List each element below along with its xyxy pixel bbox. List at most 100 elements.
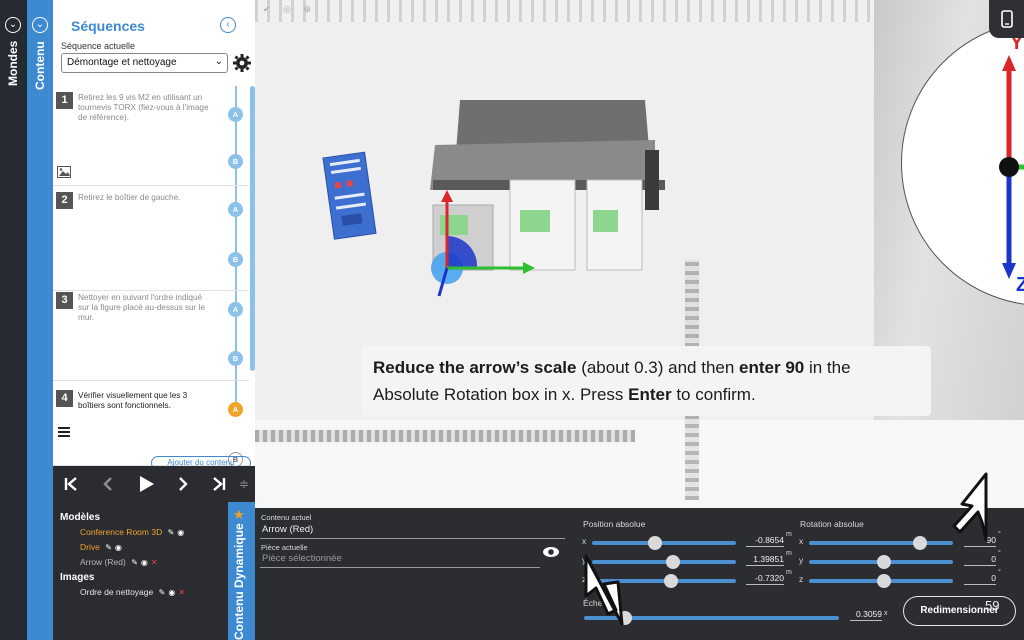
eye-icon[interactable]: ◉ xyxy=(115,543,122,552)
check-icon[interactable]: ✔ xyxy=(263,4,271,14)
pencil-icon[interactable]: ✎ xyxy=(131,558,138,567)
step-text: Retirez le boîtier de gauche. xyxy=(78,193,181,202)
dynamic-content-label[interactable]: Contenu Dynamique xyxy=(232,523,246,640)
rotation-x-slider[interactable] xyxy=(809,536,953,550)
pencil-icon[interactable]: ✎ xyxy=(105,543,112,552)
worlds-label[interactable]: Mondes xyxy=(6,41,20,86)
dynamic-content-panel: Modèles Conference Room 3D ✎ ◉ Drive ✎ ◉ A… xyxy=(53,502,255,640)
marker-a[interactable]: A xyxy=(228,202,243,217)
rotation-x-slider-thumb[interactable] xyxy=(912,536,927,550)
drag-handle-icon[interactable]: ≑ xyxy=(234,474,254,494)
rotation-z-slider-thumb[interactable] xyxy=(876,574,891,588)
model-item[interactable]: Arrow (Red) ✎ ◉ ✕ xyxy=(80,557,158,567)
chevron-down-icon[interactable]: ⌄ xyxy=(32,17,48,33)
rotation-title: Rotation absolue xyxy=(800,519,864,529)
image-icon[interactable] xyxy=(57,166,71,178)
scale-unit: x xyxy=(884,610,888,617)
step-item[interactable]: 3 Nettoyer en suivant l'ordre indiqué su… xyxy=(53,286,249,381)
marker-b[interactable]: B xyxy=(228,351,243,366)
step-number: 4 xyxy=(56,390,73,407)
menu-icon[interactable] xyxy=(58,426,70,438)
3d-viewport[interactable]: ✔ ◎ ⊕ Y X Z xyxy=(255,0,1024,508)
instruction-text: Enter xyxy=(628,385,672,404)
content-rail[interactable]: ⌄ Contenu xyxy=(27,0,53,640)
position-unit: m xyxy=(786,531,792,538)
position-x-input[interactable]: -0.8654 xyxy=(746,535,784,547)
instruction-text: to confirm. xyxy=(671,385,756,404)
pencil-icon[interactable]: ✎ xyxy=(159,588,166,597)
viewport-toolbar[interactable]: ✔ ◎ ⊕ xyxy=(263,4,321,15)
instruction-text: (about 0.3) and then xyxy=(576,358,740,377)
rotation-y-slider[interactable] xyxy=(809,555,953,569)
rotation-y-input[interactable]: 0 xyxy=(964,554,996,566)
scale-input[interactable]: 0.3059 xyxy=(850,609,882,621)
previous-icon[interactable] xyxy=(98,474,118,494)
rotation-axis-label: z xyxy=(799,574,804,584)
step-item[interactable]: 4 Vérifier visuellement que les 3 boîtie… xyxy=(53,384,249,466)
marker-a[interactable]: A xyxy=(228,302,243,317)
position-x-slider[interactable] xyxy=(592,536,736,550)
rotation-unit: ° xyxy=(998,550,1001,557)
models-heading: Modèles xyxy=(60,512,101,523)
eye-icon[interactable]: ◉ xyxy=(168,588,175,597)
step-number: 3 xyxy=(56,292,73,309)
marker-b[interactable]: B xyxy=(228,154,243,169)
instruction-text: enter 90 xyxy=(739,358,805,377)
eye-icon[interactable] xyxy=(542,546,560,558)
marker-a[interactable]: A xyxy=(228,402,243,417)
eye-icon[interactable]: ◉ xyxy=(177,528,184,537)
pencil-icon[interactable]: ✎ xyxy=(168,528,175,537)
model-label: Arrow (Red) xyxy=(80,557,126,567)
zoom-icon[interactable]: ⊕ xyxy=(303,4,311,14)
collapse-icon[interactable]: ‹ xyxy=(220,17,236,33)
reference-board xyxy=(322,151,377,240)
panel-title: Séquences xyxy=(71,18,145,34)
z-axis-label: Z xyxy=(1016,274,1024,296)
current-content-label: Contenu actuel xyxy=(261,513,312,522)
sequence-select-value: Démontage et nettoyage xyxy=(67,57,177,68)
position-y-input[interactable]: 1.39851 xyxy=(746,554,784,566)
play-icon[interactable] xyxy=(136,474,156,494)
next-icon[interactable] xyxy=(173,474,193,494)
model-label: Drive xyxy=(80,542,100,552)
current-piece-field[interactable]: Pièce sélectionnée xyxy=(262,553,342,564)
rotation-y-slider-thumb[interactable] xyxy=(876,555,891,569)
image-item[interactable]: Ordre de nettoyage ✎ ◉ ✕ xyxy=(80,587,185,597)
delete-icon[interactable]: ✕ xyxy=(151,558,158,567)
skip-last-icon[interactable] xyxy=(209,474,229,494)
image-label: Ordre de nettoyage xyxy=(80,587,154,597)
pointer-cursor-icon xyxy=(952,472,988,542)
position-y-slider-thumb[interactable] xyxy=(665,555,680,569)
rotation-axis-label: y xyxy=(799,555,804,565)
gear-icon[interactable] xyxy=(232,53,252,73)
star-icon[interactable]: ★ xyxy=(233,507,245,523)
rotation-z-slider[interactable] xyxy=(809,574,953,588)
chevron-down-icon[interactable]: ⌄ xyxy=(5,17,21,33)
step-number: 2 xyxy=(56,192,73,209)
sequence-select[interactable]: Démontage et nettoyage ⌄ xyxy=(61,53,228,73)
skip-first-icon[interactable] xyxy=(61,474,81,494)
orbit-icon[interactable]: ◎ xyxy=(283,4,291,14)
delete-icon[interactable]: ✕ xyxy=(178,588,185,597)
model-label: Conference Room 3D xyxy=(80,527,163,537)
steps-list[interactable]: 1 Retirez les 9 vis M2 en utilisant un t… xyxy=(53,86,255,466)
step-text: Retirez les 9 vis M2 en utilisant un tou… xyxy=(78,93,209,122)
step-item[interactable]: 1 Retirez les 9 vis M2 en utilisant un t… xyxy=(53,86,249,186)
position-z-input[interactable]: -0.7320 xyxy=(746,573,784,585)
worlds-rail[interactable]: ⌄ Mondes xyxy=(0,0,27,640)
content-label[interactable]: Contenu xyxy=(33,41,47,90)
device-toggle-button[interactable] xyxy=(989,0,1024,38)
steps-scrollbar[interactable] xyxy=(250,86,255,371)
marker-a[interactable]: A xyxy=(228,107,243,122)
rotation-gizmo-zoom: Y X Z xyxy=(901,20,1024,306)
smartphone-icon xyxy=(1000,10,1013,28)
eye-icon[interactable]: ◉ xyxy=(141,558,148,567)
step-number: 1 xyxy=(56,92,73,109)
model-item[interactable]: Conference Room 3D ✎ ◉ xyxy=(80,527,184,537)
step-item[interactable]: 2 Retirez le boîtier de gauche. xyxy=(53,186,249,291)
current-sequence-label: Séquence actuelle xyxy=(61,41,136,51)
rotation-axis-label: x xyxy=(799,536,804,546)
marker-b[interactable]: B xyxy=(228,252,243,267)
rotation-z-input[interactable]: 0 xyxy=(964,573,996,585)
model-item[interactable]: Drive ✎ ◉ xyxy=(80,542,122,552)
